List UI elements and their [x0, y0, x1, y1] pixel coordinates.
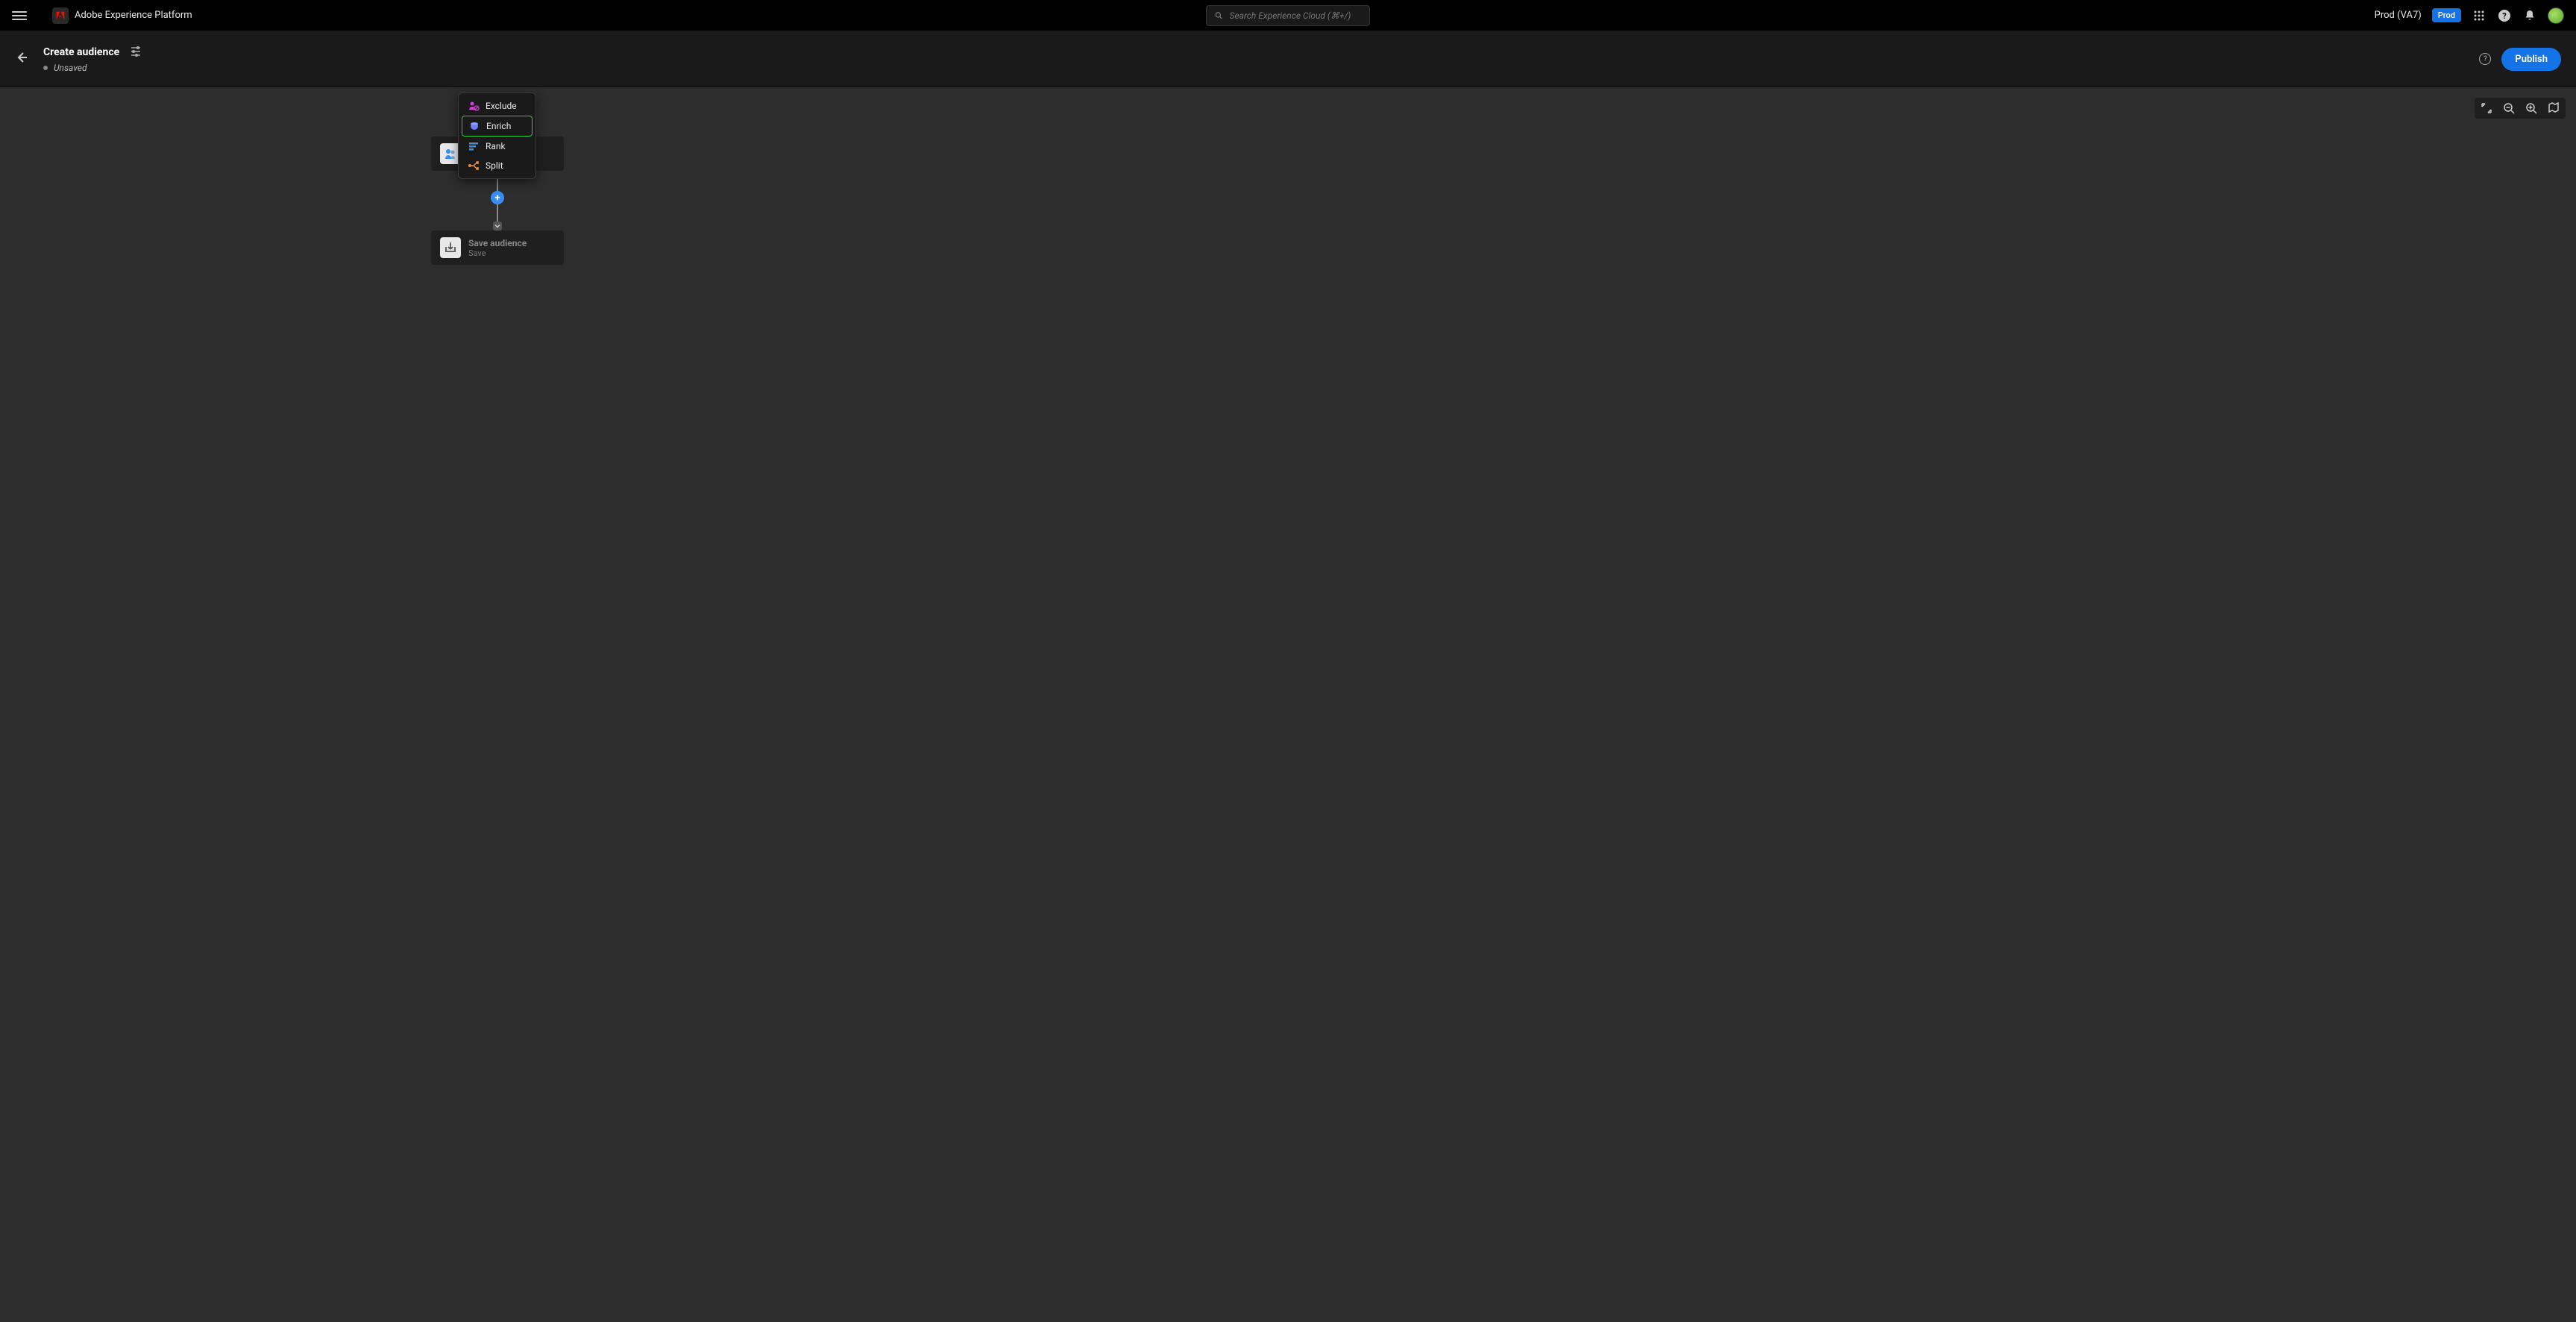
search-icon	[1214, 10, 1224, 21]
enrich-icon	[468, 120, 480, 132]
publish-button[interactable]: Publish	[2501, 48, 2561, 71]
zoom-out-icon[interactable]	[2503, 102, 2515, 114]
rank-icon	[468, 140, 480, 152]
menu-item-split[interactable]: Split	[462, 156, 533, 175]
page-titles: Create audience Unsaved	[43, 45, 142, 73]
menu-item-rank[interactable]: Rank	[462, 137, 533, 156]
menu-label-split: Split	[486, 160, 503, 171]
save-node-title: Save audience	[468, 238, 527, 248]
save-node-sub: Save	[468, 248, 527, 258]
canvas[interactable]: Audience + Save audience Save Exclude En…	[0, 87, 2576, 1322]
back-arrow-icon[interactable]	[15, 51, 28, 67]
save-icon	[440, 237, 461, 258]
hamburger-menu-icon[interactable]	[12, 8, 27, 23]
chevron-down-icon	[493, 222, 502, 231]
svg-text:?: ?	[2502, 11, 2507, 21]
sub-header-right: ? Publish	[2479, 48, 2561, 71]
minimap-icon[interactable]	[2548, 102, 2560, 114]
top-right-controls: Prod (VA7) Prod ?	[2375, 7, 2564, 24]
help-circle-icon[interactable]: ?	[2479, 53, 2491, 65]
adobe-logo-icon	[52, 7, 69, 24]
help-icon[interactable]: ?	[2497, 8, 2512, 23]
search-input[interactable]	[1230, 10, 1362, 21]
menu-item-exclude[interactable]: Exclude	[462, 96, 533, 116]
menu-label-enrich: Enrich	[486, 121, 511, 131]
page-title: Create audience	[43, 46, 119, 58]
search-box[interactable]	[1206, 5, 1370, 26]
context-menu: Exclude Enrich Rank Split	[458, 93, 536, 179]
split-icon	[468, 160, 480, 172]
status-text: Unsaved	[54, 63, 87, 73]
menu-item-enrich[interactable]: Enrich	[462, 116, 533, 137]
app-title: Adobe Experience Platform	[75, 10, 192, 21]
bell-icon[interactable]	[2522, 8, 2537, 23]
env-label: Prod (VA7)	[2375, 10, 2422, 21]
apps-grid-icon[interactable]	[2472, 8, 2487, 23]
fit-screen-icon[interactable]	[2481, 102, 2492, 114]
zoom-controls	[2475, 98, 2566, 119]
search-container	[1206, 5, 1370, 26]
top-bar: Adobe Experience Platform Prod (VA7) Pro…	[0, 0, 2576, 31]
zoom-in-icon[interactable]	[2525, 102, 2537, 114]
add-step-button[interactable]: +	[491, 191, 504, 204]
sub-header: Create audience Unsaved ? Publish	[0, 31, 2576, 87]
save-audience-node[interactable]: Save audience Save	[431, 231, 564, 265]
menu-label-rank: Rank	[486, 141, 506, 151]
avatar[interactable]	[2548, 7, 2564, 24]
status-dot-icon	[43, 66, 48, 70]
settings-sliders-icon[interactable]	[130, 45, 142, 60]
prod-badge[interactable]: Prod	[2432, 8, 2461, 22]
exclude-icon	[468, 100, 480, 112]
menu-label-exclude: Exclude	[486, 101, 517, 111]
